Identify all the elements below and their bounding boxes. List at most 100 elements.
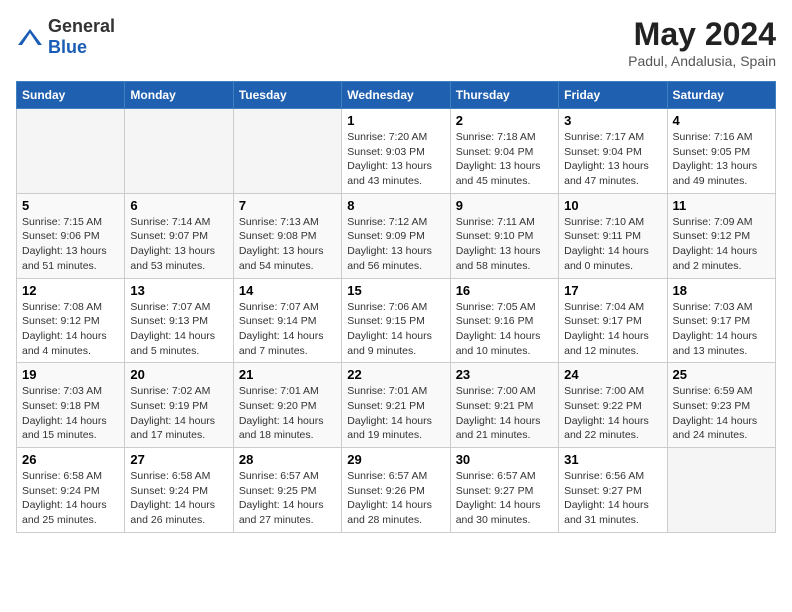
weekday-header-tuesday: Tuesday — [233, 82, 341, 109]
calendar-cell: 14 Sunrise: 7:07 AMSunset: 9:14 PMDayligh… — [233, 278, 341, 363]
day-number: 2 — [456, 113, 553, 128]
calendar-cell: 20 Sunrise: 7:02 AMSunset: 9:19 PMDayligh… — [125, 363, 233, 448]
day-number: 27 — [130, 452, 227, 467]
calendar-cell: 31 Sunrise: 6:56 AMSunset: 9:27 PMDayligh… — [559, 448, 667, 533]
day-info: Sunrise: 7:12 AMSunset: 9:09 PMDaylight:… — [347, 216, 432, 272]
day-number: 22 — [347, 367, 444, 382]
day-info: Sunrise: 6:57 AMSunset: 9:26 PMDaylight:… — [347, 470, 432, 526]
logo-general-text: General — [48, 16, 115, 36]
day-info: Sunrise: 7:20 AMSunset: 9:03 PMDaylight:… — [347, 131, 432, 187]
day-number: 25 — [673, 367, 770, 382]
day-number: 14 — [239, 283, 336, 298]
weekday-header-saturday: Saturday — [667, 82, 775, 109]
calendar-cell: 1 Sunrise: 7:20 AMSunset: 9:03 PMDaylight… — [342, 109, 450, 194]
day-number: 17 — [564, 283, 661, 298]
calendar-cell — [125, 109, 233, 194]
calendar-week-row: 19 Sunrise: 7:03 AMSunset: 9:18 PMDayligh… — [17, 363, 776, 448]
day-info: Sunrise: 7:01 AMSunset: 9:21 PMDaylight:… — [347, 385, 432, 441]
day-info: Sunrise: 6:56 AMSunset: 9:27 PMDaylight:… — [564, 470, 649, 526]
day-info: Sunrise: 7:08 AMSunset: 9:12 PMDaylight:… — [22, 301, 107, 357]
calendar-cell: 21 Sunrise: 7:01 AMSunset: 9:20 PMDayligh… — [233, 363, 341, 448]
day-info: Sunrise: 7:07 AMSunset: 9:14 PMDaylight:… — [239, 301, 324, 357]
weekday-header-friday: Friday — [559, 82, 667, 109]
calendar-cell — [667, 448, 775, 533]
calendar-week-row: 26 Sunrise: 6:58 AMSunset: 9:24 PMDayligh… — [17, 448, 776, 533]
calendar-cell: 11Sunrise: 7:09 AMSunset: 9:12 PMDayligh… — [667, 193, 775, 278]
calendar-cell: 17 Sunrise: 7:04 AMSunset: 9:17 PMDayligh… — [559, 278, 667, 363]
day-number: 6 — [130, 198, 227, 213]
day-info: Sunrise: 7:04 AMSunset: 9:17 PMDaylight:… — [564, 301, 649, 357]
calendar-cell: 25 Sunrise: 6:59 AMSunset: 9:23 PMDayligh… — [667, 363, 775, 448]
calendar-cell: 10 Sunrise: 7:10 AMSunset: 9:11 PMDayligh… — [559, 193, 667, 278]
weekday-header-thursday: Thursday — [450, 82, 558, 109]
weekday-header-row: SundayMondayTuesdayWednesdayThursdayFrid… — [17, 82, 776, 109]
day-number: 30 — [456, 452, 553, 467]
day-info: Sunrise: 7:07 AMSunset: 9:13 PMDaylight:… — [130, 301, 215, 357]
calendar-cell: 3 Sunrise: 7:17 AMSunset: 9:04 PMDaylight… — [559, 109, 667, 194]
calendar-cell: 22 Sunrise: 7:01 AMSunset: 9:21 PMDayligh… — [342, 363, 450, 448]
day-number: 20 — [130, 367, 227, 382]
weekday-header-wednesday: Wednesday — [342, 82, 450, 109]
calendar-cell: 13Sunrise: 7:07 AMSunset: 9:13 PMDayligh… — [125, 278, 233, 363]
calendar-cell: 4 Sunrise: 7:16 AMSunset: 9:05 PMDaylight… — [667, 109, 775, 194]
day-number: 23 — [456, 367, 553, 382]
location-subtitle: Padul, Andalusia, Spain — [628, 53, 776, 69]
calendar-cell: 19 Sunrise: 7:03 AMSunset: 9:18 PMDayligh… — [17, 363, 125, 448]
calendar-cell: 8 Sunrise: 7:12 AMSunset: 9:09 PMDaylight… — [342, 193, 450, 278]
day-number: 21 — [239, 367, 336, 382]
day-number: 31 — [564, 452, 661, 467]
page-header: General Blue May 2024 Padul, Andalusia, … — [16, 16, 776, 69]
calendar-cell: 28 Sunrise: 6:57 AMSunset: 9:25 PMDayligh… — [233, 448, 341, 533]
day-info: Sunrise: 7:09 AMSunset: 9:12 PMDaylight:… — [673, 216, 758, 272]
day-number: 28 — [239, 452, 336, 467]
day-info: Sunrise: 7:01 AMSunset: 9:20 PMDaylight:… — [239, 385, 324, 441]
calendar-week-row: 5 Sunrise: 7:15 AMSunset: 9:06 PMDaylight… — [17, 193, 776, 278]
day-info: Sunrise: 7:18 AMSunset: 9:04 PMDaylight:… — [456, 131, 541, 187]
day-number: 24 — [564, 367, 661, 382]
day-number: 16 — [456, 283, 553, 298]
day-info: Sunrise: 7:03 AMSunset: 9:18 PMDaylight:… — [22, 385, 107, 441]
calendar-cell — [233, 109, 341, 194]
day-info: Sunrise: 7:00 AMSunset: 9:22 PMDaylight:… — [564, 385, 649, 441]
calendar-week-row: 12 Sunrise: 7:08 AMSunset: 9:12 PMDayligh… — [17, 278, 776, 363]
day-info: Sunrise: 7:16 AMSunset: 9:05 PMDaylight:… — [673, 131, 758, 187]
calendar-cell: 15Sunrise: 7:06 AMSunset: 9:15 PMDayligh… — [342, 278, 450, 363]
day-number: 4 — [673, 113, 770, 128]
day-number: 8 — [347, 198, 444, 213]
calendar-cell: 29Sunrise: 6:57 AMSunset: 9:26 PMDayligh… — [342, 448, 450, 533]
calendar-cell: 23 Sunrise: 7:00 AMSunset: 9:21 PMDayligh… — [450, 363, 558, 448]
day-info: Sunrise: 7:10 AMSunset: 9:11 PMDaylight:… — [564, 216, 649, 272]
day-info: Sunrise: 7:02 AMSunset: 9:19 PMDaylight:… — [130, 385, 215, 441]
day-info: Sunrise: 7:17 AMSunset: 9:04 PMDaylight:… — [564, 131, 649, 187]
day-info: Sunrise: 7:15 AMSunset: 9:06 PMDaylight:… — [22, 216, 107, 272]
day-info: Sunrise: 7:05 AMSunset: 9:16 PMDaylight:… — [456, 301, 541, 357]
day-number: 5 — [22, 198, 119, 213]
month-year-title: May 2024 — [628, 16, 776, 53]
calendar-week-row: 1 Sunrise: 7:20 AMSunset: 9:03 PMDaylight… — [17, 109, 776, 194]
day-info: Sunrise: 7:06 AMSunset: 9:15 PMDaylight:… — [347, 301, 432, 357]
calendar-cell: 9Sunrise: 7:11 AMSunset: 9:10 PMDaylight… — [450, 193, 558, 278]
day-info: Sunrise: 7:14 AMSunset: 9:07 PMDaylight:… — [130, 216, 215, 272]
day-info: Sunrise: 6:59 AMSunset: 9:23 PMDaylight:… — [673, 385, 758, 441]
calendar-cell: 16 Sunrise: 7:05 AMSunset: 9:16 PMDayligh… — [450, 278, 558, 363]
day-number: 10 — [564, 198, 661, 213]
calendar-cell: 6 Sunrise: 7:14 AMSunset: 9:07 PMDaylight… — [125, 193, 233, 278]
day-info: Sunrise: 7:00 AMSunset: 9:21 PMDaylight:… — [456, 385, 541, 441]
day-info: Sunrise: 6:58 AMSunset: 9:24 PMDaylight:… — [130, 470, 215, 526]
day-number: 19 — [22, 367, 119, 382]
day-info: Sunrise: 6:57 AMSunset: 9:25 PMDaylight:… — [239, 470, 324, 526]
day-number: 12 — [22, 283, 119, 298]
calendar-cell: 7Sunrise: 7:13 AMSunset: 9:08 PMDaylight… — [233, 193, 341, 278]
calendar-cell: 27 Sunrise: 6:58 AMSunset: 9:24 PMDayligh… — [125, 448, 233, 533]
day-number: 1 — [347, 113, 444, 128]
day-info: Sunrise: 7:11 AMSunset: 9:10 PMDaylight:… — [456, 216, 541, 272]
logo-blue-text: Blue — [48, 37, 87, 57]
day-number: 3 — [564, 113, 661, 128]
day-number: 26 — [22, 452, 119, 467]
day-info: Sunrise: 6:58 AMSunset: 9:24 PMDaylight:… — [22, 470, 107, 526]
day-number: 7 — [239, 198, 336, 213]
calendar-cell — [17, 109, 125, 194]
calendar-cell: 5 Sunrise: 7:15 AMSunset: 9:06 PMDaylight… — [17, 193, 125, 278]
day-info: Sunrise: 7:03 AMSunset: 9:17 PMDaylight:… — [673, 301, 758, 357]
calendar-cell: 26 Sunrise: 6:58 AMSunset: 9:24 PMDayligh… — [17, 448, 125, 533]
